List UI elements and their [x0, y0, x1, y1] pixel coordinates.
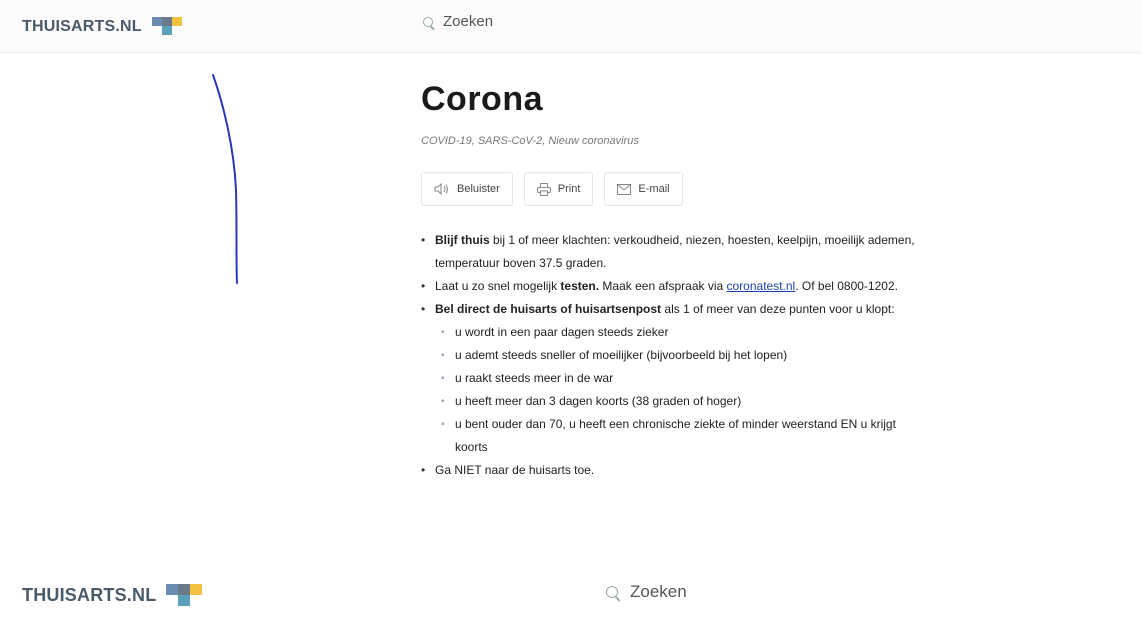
advice-list: Blijf thuis bij 1 of meer klachten: verk… — [421, 229, 921, 482]
list-item: Blijf thuis bij 1 of meer klachten: verk… — [421, 229, 921, 275]
bullet-bold: testen. — [560, 279, 600, 293]
sub-list-item: u raakt steeds meer in de war — [435, 367, 921, 390]
search-icon — [423, 16, 433, 27]
sub-list-item: u heeft meer dan 3 dagen koorts (38 grad… — [435, 390, 921, 413]
email-button[interactable]: E-mail — [604, 172, 683, 206]
listen-button[interactable]: Beluister — [421, 172, 513, 206]
envelope-icon — [617, 183, 632, 195]
logo-mark-icon — [151, 13, 192, 41]
list-item: Laat u zo snel mogelijk testen. Maak een… — [421, 275, 921, 298]
logo-text: THUISARTS.NL — [22, 18, 142, 35]
search-icon — [606, 586, 618, 598]
bullet-text: Laat u zo snel mogelijk — [435, 279, 561, 293]
logo-text: THUISARTS.NL — [22, 584, 157, 605]
bullet-bold: Bel direct de huisarts of huisartsenpost — [435, 302, 662, 316]
top-header: THUISARTS.NL Zoeken — [0, 0, 1141, 53]
bullet-text: als 1 of meer van deze punten voor u klo… — [661, 302, 895, 316]
listen-label: Beluister — [457, 183, 500, 195]
site-logo-bottom[interactable]: THUISARTS.NL — [22, 578, 212, 612]
email-label: E-mail — [638, 183, 670, 195]
search-button-bottom[interactable]: Zoeken — [606, 582, 687, 602]
logo-mark-icon — [166, 578, 212, 612]
page-subtitle: COVID-19, SARS-CoV-2, Nieuw coronavirus — [421, 135, 639, 147]
printer-icon — [536, 182, 551, 196]
print-label: Print — [557, 183, 581, 195]
coronatest-link[interactable]: coronatest.nl — [727, 279, 796, 293]
bullet-bold: Blijf thuis — [435, 233, 490, 247]
article-actions: Beluister Print E-mail — [421, 172, 921, 206]
handwritten-annotation-stroke — [212, 74, 238, 284]
bullet-text: . Of bel 0800-1202. — [795, 279, 898, 293]
bullet-text: Maak een afspraak via — [599, 279, 727, 293]
search-label: Zoeken — [443, 13, 494, 30]
speaker-icon — [434, 183, 448, 195]
list-item: Bel direct de huisarts of huisartsenpost… — [421, 298, 921, 459]
search-label: Zoeken — [630, 582, 687, 601]
sub-list-item: u ademt steeds sneller of moeilijker (bi… — [435, 344, 921, 367]
site-logo[interactable]: THUISARTS.NL — [22, 13, 192, 41]
page-title: Corona — [421, 80, 543, 118]
sub-list-item: u bent ouder dan 70, u heeft een chronis… — [435, 413, 921, 459]
bullet-text: bij 1 of meer klachten: verkoudheid, nie… — [435, 233, 915, 270]
search-button[interactable]: Zoeken — [423, 13, 493, 30]
print-button[interactable]: Print — [523, 172, 594, 206]
sub-list-item: u wordt in een paar dagen steeds zieker — [435, 321, 921, 344]
list-item: Ga NIET naar de huisarts toe. — [421, 459, 921, 482]
symptom-list: u wordt in een paar dagen steeds zieker … — [435, 321, 921, 459]
article: Corona COVID-19, SARS-CoV-2, Nieuw coron… — [421, 80, 921, 482]
